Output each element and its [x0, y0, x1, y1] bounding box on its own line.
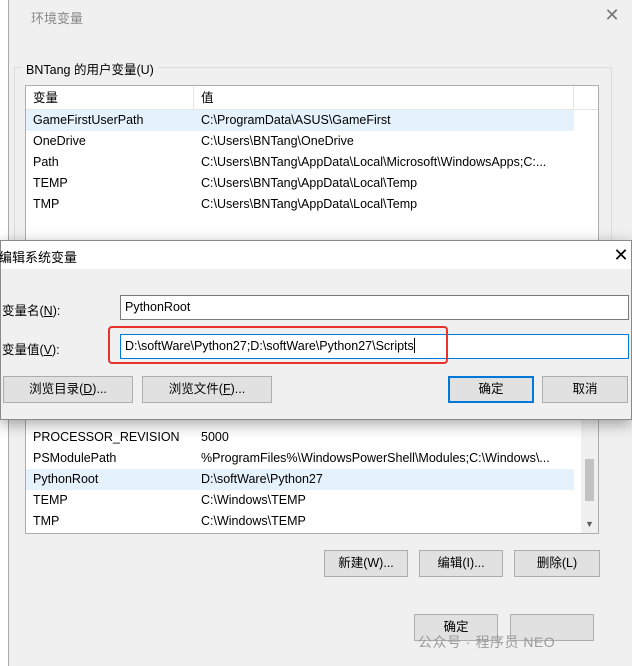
delete-button[interactable]: 删除(L) — [514, 550, 600, 577]
dialog-title: 编辑系统变量 — [0, 250, 78, 265]
column-header-variable[interactable]: 变量 — [26, 86, 194, 110]
variable-name-label: 变量名(N): — [2, 304, 61, 318]
variable-name: Path — [33, 155, 59, 169]
browse-file-button[interactable]: 浏览文件(F)... — [142, 376, 272, 403]
variable-name: PROCESSOR_REVISION — [33, 430, 180, 444]
dialog-titlebar: 编辑系统变量 ✕ — [0, 241, 631, 269]
browse-directory-button[interactable]: 浏览目录(D)... — [3, 376, 133, 403]
variable-value: %ProgramFiles%\WindowsPowerShell\Modules… — [201, 451, 550, 465]
text-caret — [413, 338, 415, 353]
new-button[interactable]: 新建(W)... — [324, 550, 408, 577]
variable-value-label: 变量值(V): — [2, 343, 60, 357]
table-row[interactable]: Path C:\Users\BNTang\AppData\Local\Micro… — [26, 152, 574, 173]
table-row[interactable]: GameFirstUserPath C:\ProgramData\ASUS\Ga… — [26, 110, 574, 131]
variable-name: GameFirstUserPath — [33, 113, 144, 127]
variable-value-input[interactable]: D:\softWare\Python27;D:\softWare\Python2… — [120, 334, 629, 359]
variable-value: C:\Users\BNTang\OneDrive — [201, 134, 354, 148]
user-variables-label: BNTang 的用户变量(U) — [22, 59, 158, 78]
edit-button[interactable]: 编辑(I)... — [419, 550, 503, 577]
table-row[interactable]: PSModulePath %ProgramFiles%\WindowsPower… — [26, 448, 574, 469]
ok-button[interactable]: 确定 — [448, 376, 534, 403]
table-row[interactable]: OneDrive C:\Users\BNTang\OneDrive — [26, 131, 574, 152]
variable-value: C:\ProgramData\ASUS\GameFirst — [201, 113, 391, 127]
variable-name: TMP — [33, 197, 60, 211]
dialog-title: 环境变量 — [31, 11, 84, 26]
variable-name: PythonRoot — [33, 472, 99, 486]
variable-value: C:\Users\BNTang\AppData\Local\Temp — [201, 197, 418, 211]
variable-value: 5000 — [201, 430, 229, 444]
table-row-selected[interactable]: PythonRoot D:\softWare\Python27 — [26, 469, 574, 490]
variable-name-input[interactable]: PythonRoot — [120, 295, 629, 320]
user-variables-list[interactable]: 变量 值 GameFirstUserPath C:\ProgramData\AS… — [25, 85, 599, 245]
scroll-down-icon[interactable]: ▼ — [581, 516, 598, 533]
variable-name: TMP — [33, 514, 60, 528]
variable-value: D:\softWare\Python27 — [201, 472, 323, 486]
variable-name: TEMP — [33, 176, 68, 190]
close-icon[interactable]: ✕ — [601, 4, 623, 26]
variable-value: C:\Windows\TEMP — [201, 514, 306, 528]
variable-value: C:\Users\BNTang\AppData\Local\Temp — [201, 176, 418, 190]
variable-value: C:\Users\BNTang\AppData\Local\Microsoft\… — [201, 155, 547, 169]
table-row[interactable]: TMP C:\Windows\TEMP — [26, 511, 574, 532]
cancel-button[interactable]: 取消 — [542, 376, 628, 403]
table-row[interactable]: TEMP C:\Windows\TEMP — [26, 490, 574, 511]
variable-name: PSModulePath — [33, 451, 117, 465]
column-header-value[interactable]: 值 — [194, 86, 574, 110]
variable-name: OneDrive — [33, 134, 86, 148]
table-row[interactable]: PROCESSOR_REVISION 5000 — [26, 427, 574, 448]
close-icon[interactable]: ✕ — [611, 244, 631, 266]
table-row[interactable]: TEMP C:\Users\BNTang\AppData\Local\Temp — [26, 173, 574, 194]
scrollbar-thumb[interactable] — [585, 459, 594, 501]
variable-value: C:\Windows\TEMP — [201, 493, 306, 507]
watermark-text: 公众号 · 程序员 NEO — [418, 634, 556, 650]
variable-name: TEMP — [33, 493, 68, 507]
list-header: 变量 值 — [26, 86, 598, 110]
table-row[interactable]: TMP C:\Users\BNTang\AppData\Local\Temp — [26, 194, 574, 215]
